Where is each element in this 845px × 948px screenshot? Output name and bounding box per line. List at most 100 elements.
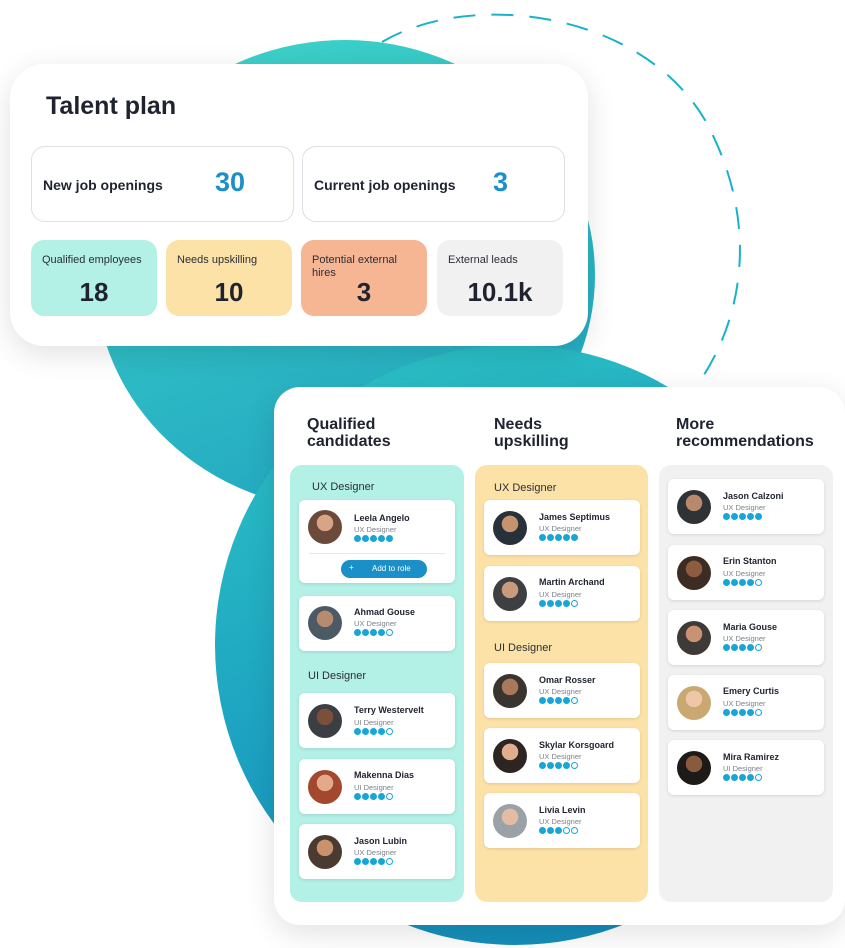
page-title: Talent plan — [46, 92, 177, 120]
candidate-name: Leela Angelo — [354, 513, 410, 523]
avatar — [308, 770, 342, 804]
rating-dot-filled-icon — [563, 534, 570, 541]
rating-dot-filled-icon — [739, 709, 746, 716]
rating-dot-filled-icon — [739, 579, 746, 586]
rating-dot-filled-icon — [378, 535, 385, 542]
new-job-openings-count: 30 — [215, 167, 246, 197]
rating-dots — [723, 579, 762, 586]
avatar — [308, 835, 342, 869]
plus-icon: + — [349, 563, 354, 572]
rating-dot-filled-icon — [378, 793, 385, 800]
group-label-ux: UX Designer — [494, 482, 557, 494]
candidate-card[interactable]: Omar Rosser UX Designer — [484, 663, 640, 718]
stat-label: External leads — [448, 254, 518, 266]
avatar — [308, 606, 342, 640]
new-job-openings-box[interactable]: New job openings 30 — [31, 146, 294, 222]
candidate-role: UI Designer — [354, 718, 394, 727]
stat-needs-upskilling[interactable]: Needs upskilling 10 — [166, 240, 292, 316]
new-job-openings-label: New job openings — [43, 177, 163, 193]
candidate-card[interactable]: Jason Calzoni UX Designer — [668, 479, 824, 534]
rating-dots — [354, 629, 393, 636]
candidate-card[interactable]: Maria Gouse UX Designer — [668, 610, 824, 665]
rating-dot-filled-icon — [370, 858, 377, 865]
stat-value: 18 — [79, 277, 109, 307]
candidate-name: Ahmad Gouse — [354, 607, 416, 617]
candidate-card[interactable]: Emery Curtis UX Designer — [668, 675, 824, 730]
rating-dot-filled-icon — [362, 629, 369, 636]
rating-dot-empty-icon — [386, 793, 393, 800]
candidate-name: Jason Lubin — [354, 836, 408, 846]
candidate-card[interactable]: Mira Ramirez UI Designer — [668, 740, 824, 795]
rating-dot-filled-icon — [747, 513, 754, 520]
stat-external-leads[interactable]: External leads 10.1k — [437, 240, 563, 316]
rating-dot-empty-icon — [571, 762, 578, 769]
candidate-name: Terry Westervelt — [354, 705, 424, 715]
candidate-name: Mira Ramirez — [723, 752, 780, 762]
candidate-card[interactable]: Martin Archand UX Designer — [484, 566, 640, 621]
stat-value: 3 — [356, 277, 372, 307]
rating-dots — [723, 774, 762, 781]
rating-dot-filled-icon — [539, 697, 546, 704]
rating-dots — [539, 762, 578, 769]
group-label-ui: UI Designer — [308, 670, 367, 682]
recommendations-column: Jason Calzoni UX Designer Erin Stanton U… — [659, 465, 833, 902]
rating-dot-filled-icon — [747, 579, 754, 586]
rating-dot-empty-icon — [386, 629, 393, 636]
candidate-card[interactable]: James Septimus UX Designer — [484, 500, 640, 555]
stat-label: Needs upskilling — [177, 254, 258, 266]
divider — [309, 553, 445, 554]
add-to-role-button[interactable]: + Add to role — [341, 560, 427, 578]
candidate-name: Martin Archand — [539, 577, 605, 587]
rating-dot-filled-icon — [547, 600, 554, 607]
rating-dot-empty-icon — [563, 827, 570, 834]
rating-dot-filled-icon — [747, 709, 754, 716]
stat-qualified-employees[interactable]: Qualified employees 18 — [31, 240, 157, 316]
current-job-openings-count: 3 — [493, 167, 509, 197]
rating-dot-filled-icon — [571, 534, 578, 541]
rating-dots — [539, 534, 578, 541]
rating-dot-filled-icon — [547, 534, 554, 541]
rating-dot-filled-icon — [747, 774, 754, 781]
rating-dot-filled-icon — [731, 644, 738, 651]
rating-dot-filled-icon — [739, 513, 746, 520]
rating-dot-filled-icon — [563, 697, 570, 704]
candidate-card[interactable]: Leela Angelo UX Designer + Add to role — [299, 500, 455, 583]
candidate-card[interactable]: Ahmad Gouse UX Designer — [299, 596, 455, 651]
candidates-board: Qualified candidates Needs upskilling Mo… — [274, 387, 845, 925]
candidate-card[interactable]: Makenna Dias UI Designer — [299, 759, 455, 814]
rating-dot-filled-icon — [547, 827, 554, 834]
rating-dot-filled-icon — [539, 762, 546, 769]
rating-dot-filled-icon — [354, 793, 361, 800]
candidate-card[interactable]: Erin Stanton UX Designer — [668, 545, 824, 600]
rating-dot-filled-icon — [378, 728, 385, 735]
rating-dot-filled-icon — [370, 793, 377, 800]
rating-dots — [354, 858, 393, 865]
rating-dot-filled-icon — [370, 629, 377, 636]
candidate-role: UX Designer — [354, 525, 397, 534]
candidate-card[interactable]: Terry Westervelt UI Designer — [299, 693, 455, 748]
candidate-role: UX Designer — [539, 752, 582, 761]
rating-dots — [539, 827, 578, 834]
candidate-role: UX Designer — [354, 848, 397, 857]
rating-dot-filled-icon — [362, 793, 369, 800]
candidate-role: UX Designer — [539, 687, 582, 696]
candidate-name: James Septimus — [539, 512, 611, 522]
avatar — [493, 577, 527, 611]
rating-dot-empty-icon — [755, 774, 762, 781]
candidate-card[interactable]: Skylar Korsgoard UX Designer — [484, 728, 640, 783]
current-job-openings-box[interactable]: Current job openings 3 — [302, 146, 565, 222]
candidate-card[interactable]: Livia Levin UX Designer — [484, 793, 640, 848]
rating-dot-empty-icon — [755, 709, 762, 716]
rating-dot-filled-icon — [723, 579, 730, 586]
rating-dot-filled-icon — [354, 535, 361, 542]
candidate-name: Emery Curtis — [723, 686, 780, 696]
rating-dot-filled-icon — [539, 827, 546, 834]
stat-potential-external-hires[interactable]: Potential external hires 3 — [301, 240, 427, 316]
candidate-name: Skylar Korsgoard — [539, 740, 615, 750]
candidate-card[interactable]: Jason Lubin UX Designer — [299, 824, 455, 879]
rating-dot-filled-icon — [362, 858, 369, 865]
stat-label: Qualified employees — [42, 254, 142, 266]
rating-dot-filled-icon — [731, 774, 738, 781]
candidate-name: Jason Calzoni — [723, 491, 784, 501]
candidate-name: Livia Levin — [539, 805, 586, 815]
